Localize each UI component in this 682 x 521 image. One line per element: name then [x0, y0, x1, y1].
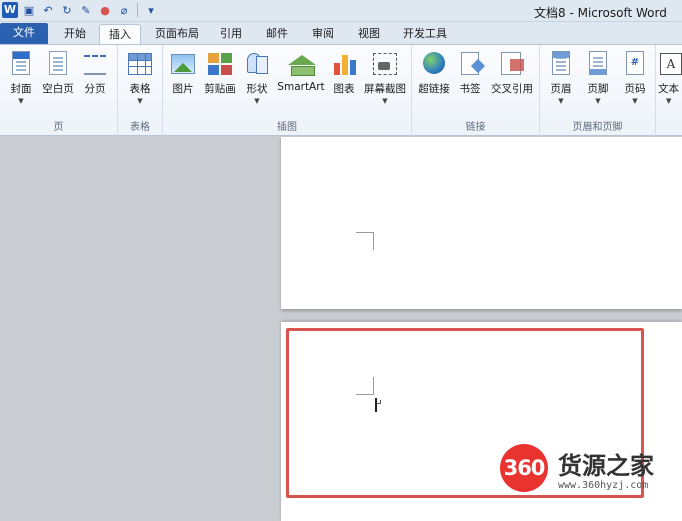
blank-page-icon [45, 51, 71, 79]
bookmark-button[interactable]: 书签 [456, 51, 484, 96]
page-number-button[interactable]: # 页码 ▼ [620, 51, 650, 105]
customize-icon[interactable]: ▾ [143, 2, 159, 18]
page-1[interactable] [281, 137, 682, 309]
tab-insert[interactable]: 插入 [99, 24, 141, 45]
group-label-illustrations: 插图 [277, 122, 297, 133]
group-text: A 文本 ▼ [656, 45, 682, 136]
page-number-icon: # [622, 51, 648, 79]
clip-art-button[interactable]: 剪贴画 [203, 51, 237, 96]
word-logo-icon[interactable]: W [2, 2, 18, 18]
chevron-down-icon: ▼ [382, 97, 388, 105]
window-title: 文档8 - Microsoft Word [534, 6, 667, 20]
color-icon[interactable]: ● [97, 2, 113, 18]
tab-home[interactable]: 开始 [55, 24, 95, 44]
chevron-down-icon: ▼ [595, 97, 601, 105]
header-button[interactable]: 页眉 ▼ [546, 51, 576, 105]
group-label-header-footer: 页眉和页脚 [572, 122, 623, 133]
group-header-footer: 页眉 ▼ 页脚 ▼ # 页码 ▼ 页眉和页脚 [540, 45, 656, 136]
shapes-icon [244, 51, 270, 79]
group-tables: 表格 ▼ 表格 [118, 45, 163, 136]
text-box-button[interactable]: A 文本 ▼ [658, 51, 682, 105]
chevron-down-icon: ▼ [137, 97, 143, 105]
clip-art-icon [207, 51, 233, 79]
footer-icon [585, 51, 611, 79]
blank-page-button[interactable]: 空白页 [40, 51, 76, 96]
page-break-button[interactable]: 分页 [80, 51, 110, 96]
smartart-button[interactable]: SmartArt [276, 51, 326, 93]
hyperlink-button[interactable]: 超链接 [416, 51, 452, 96]
group-label-tables: 表格 [130, 122, 150, 133]
shapes-button[interactable]: 形状 ▼ [243, 51, 271, 105]
ribbon: 封面 ▼ 空白页 分页 页 表格 ▼ 表格 图片 剪贴画 形状 ▼ SmartA… [0, 44, 682, 136]
screenshot-button[interactable]: 屏幕截图 ▼ [362, 51, 408, 105]
cross-reference-icon [499, 51, 525, 79]
ribbon-tabs: 文件 开始 插入 页面布局 引用 邮件 审阅 视图 开发工具 [0, 22, 682, 45]
bookmark-icon [457, 51, 483, 79]
tab-file[interactable]: 文件 [0, 23, 48, 44]
tab-mailings[interactable]: 邮件 [258, 24, 296, 44]
chevron-down-icon: ▼ [558, 97, 564, 105]
tab-view[interactable]: 视图 [350, 24, 388, 44]
chevron-down-icon: ▼ [18, 97, 24, 105]
format-painter-icon[interactable]: ✎ [78, 2, 94, 18]
picture-icon [170, 51, 196, 79]
save-icon[interactable]: ▣ [21, 2, 37, 18]
group-illustrations: 图片 剪贴画 形状 ▼ SmartArt 图表 屏幕截图 ▼ 插图 [163, 45, 412, 136]
cover-page-icon [8, 51, 34, 79]
chevron-down-icon: ▼ [666, 97, 672, 105]
chart-icon [331, 51, 357, 79]
table-icon [127, 51, 153, 79]
undo-icon[interactable]: ↶ [40, 2, 56, 18]
cross-reference-button[interactable]: 交叉引用 [488, 51, 536, 96]
watermark: 360 货源之家 www.360hyzj.com [500, 444, 682, 496]
group-label-links: 链接 [465, 122, 486, 133]
title-bar: W ▣ ↶ ↻ ✎ ● ⌀ ▾ 文档8 - Microsoft Word [0, 0, 682, 22]
tab-page-layout[interactable]: 页面布局 [148, 24, 206, 44]
page-break-icon [82, 51, 108, 79]
footer-button[interactable]: 页脚 ▼ [583, 51, 613, 105]
watermark-title: 货源之家 [558, 451, 654, 480]
tab-references[interactable]: 引用 [212, 24, 250, 44]
quick-access-toolbar: W ▣ ↶ ↻ ✎ ● ⌀ ▾ [2, 2, 159, 18]
watermark-url: www.360hyzj.com [558, 480, 649, 491]
picture-button[interactable]: 图片 [169, 51, 197, 96]
group-label-pages: 页 [53, 122, 64, 133]
screenshot-icon [372, 51, 398, 79]
smartart-icon [288, 51, 316, 79]
group-links: 超链接 书签 交叉引用 链接 [412, 45, 540, 136]
tab-developer[interactable]: 开发工具 [396, 24, 454, 44]
chevron-down-icon: ▼ [632, 97, 638, 105]
table-button[interactable]: 表格 ▼ [124, 51, 156, 105]
chart-button[interactable]: 图表 [330, 51, 358, 96]
text-box-icon: A [658, 51, 682, 79]
chevron-down-icon: ▼ [254, 97, 260, 105]
redo-icon[interactable]: ↻ [59, 2, 75, 18]
watermark-logo: 360 [500, 444, 548, 492]
clear-format-icon[interactable]: ⌀ [116, 2, 132, 18]
header-icon [548, 51, 574, 79]
margin-corner-mark [356, 232, 374, 250]
group-pages: 封面 ▼ 空白页 分页 页 [0, 45, 118, 136]
tab-review[interactable]: 审阅 [304, 24, 342, 44]
hyperlink-globe-icon [421, 51, 447, 79]
cover-page-button[interactable]: 封面 ▼ [6, 51, 36, 105]
qat-separator [137, 3, 138, 17]
